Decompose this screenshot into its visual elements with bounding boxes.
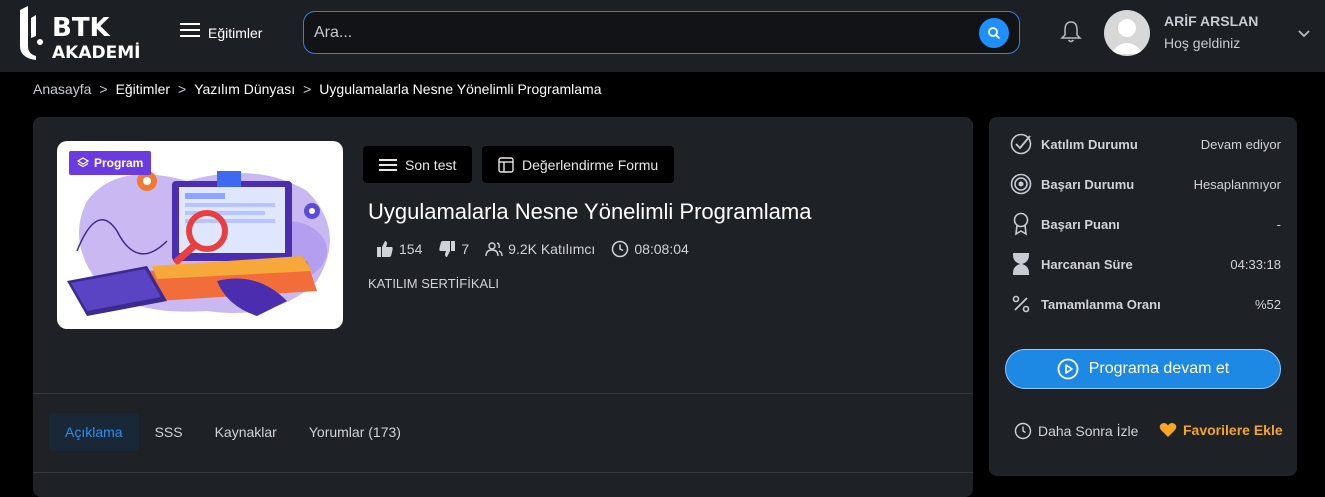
- add-favorite-button[interactable]: Favorilere Ekle: [1159, 422, 1283, 438]
- status-row-success: Başarı Durumu Hesaplanmıyor: [1009, 172, 1281, 196]
- program-tag-label: Program: [94, 156, 144, 170]
- breadcrumb-item-current: Uygulamalarla Nesne Yönelimli Programlam…: [319, 81, 602, 97]
- layout-icon: [498, 156, 514, 173]
- target-icon: [1009, 173, 1033, 195]
- program-tag: Program: [69, 151, 152, 175]
- clock-icon: [612, 240, 629, 258]
- status-value: 04:33:18: [1230, 256, 1281, 272]
- section-divider: [33, 393, 973, 394]
- status-row-participation: Katılım Durumu Devam ediyor: [1009, 132, 1281, 156]
- status-value: Hesaplanmıyor: [1193, 176, 1281, 192]
- course-thumbnail: Program: [57, 141, 343, 329]
- course-stats: 154 7 9.2K Katılımcı 08:08:04: [376, 240, 689, 258]
- breadcrumb-separator: >: [303, 81, 312, 97]
- dislikes-count: 7: [461, 241, 470, 257]
- logo-text-top: BTK: [52, 13, 111, 43]
- percent-icon: [1009, 295, 1033, 313]
- breadcrumb-item-trainings[interactable]: Eğitimler: [116, 81, 170, 97]
- tab-resources[interactable]: Kaynaklar: [199, 413, 293, 451]
- heart-icon: [1159, 423, 1177, 437]
- likes-stat[interactable]: 154: [376, 240, 422, 258]
- status-value: -: [1276, 216, 1281, 232]
- add-favorite-label: Favorilere Ekle: [1183, 422, 1283, 438]
- thumbs-down-icon: [439, 241, 456, 257]
- hourglass-icon: [1009, 252, 1033, 276]
- status-value: %52: [1254, 296, 1281, 312]
- hamburger-icon: [379, 158, 397, 171]
- user-greeting: Hoş geldiniz: [1164, 35, 1241, 51]
- status-label: Katılım Durumu: [1041, 136, 1138, 152]
- tab-faq[interactable]: SSS: [139, 413, 199, 451]
- search-button[interactable]: [979, 18, 1009, 48]
- duration-value: 08:08:04: [634, 241, 689, 257]
- status-value: Devam ediyor: [1200, 136, 1281, 152]
- section-divider: [33, 472, 973, 473]
- status-label: Tamamlanma Oranı: [1041, 296, 1161, 312]
- thumbs-up-icon: [377, 241, 393, 257]
- breadcrumb-item-software[interactable]: Yazılım Dünyası: [194, 81, 295, 97]
- status-row-score: Başarı Puanı -: [1009, 212, 1281, 236]
- course-tabs: Açıklama SSS Kaynaklar Yorumlar (173): [49, 413, 417, 451]
- course-title: Uygulamalarla Nesne Yönelimli Programlam…: [368, 199, 812, 224]
- chevron-down-icon[interactable]: [1297, 26, 1311, 44]
- search-icon: [988, 27, 1001, 40]
- award-icon: [1009, 212, 1033, 236]
- watch-later-label: Daha Sonra İzle: [1038, 423, 1139, 439]
- trainings-menu-button[interactable]: Eğitimler: [180, 22, 262, 43]
- progress-panel: Katılım Durumu Devam ediyor Başarı Durum…: [989, 117, 1297, 476]
- btk-akademi-logo[interactable]: BTK AKADEMİ: [18, 6, 153, 63]
- watch-later-button[interactable]: Daha Sonra İzle: [1014, 422, 1138, 440]
- status-label: Harcanan Süre: [1041, 256, 1133, 272]
- continue-program-button[interactable]: Programa devam et: [1005, 349, 1281, 389]
- likes-count: 154: [399, 241, 423, 257]
- user-name: ARİF ARSLAN: [1164, 13, 1259, 29]
- status-label: Başarı Durumu: [1041, 176, 1135, 192]
- logo-text-bottom: AKADEMİ: [52, 41, 140, 62]
- user-avatar[interactable]: [1104, 10, 1150, 56]
- breadcrumb-item-home[interactable]: Anasayfa: [33, 81, 91, 97]
- status-row-completion: Tamamlanma Oranı %52: [1009, 292, 1281, 316]
- notification-bell-icon[interactable]: [1060, 20, 1082, 49]
- participants-count: 9.2K Katılımcı: [508, 241, 596, 257]
- status-label: Başarı Puanı: [1041, 216, 1120, 232]
- clock-icon: [1014, 422, 1032, 440]
- tab-comments[interactable]: Yorumlar (173): [293, 413, 417, 451]
- certificate-label: KATILIM SERTİFİKALI: [368, 276, 499, 291]
- course-card: Program Son test Değerlendirme Formu Uyg…: [33, 117, 973, 497]
- breadcrumb-separator: >: [178, 81, 187, 97]
- final-test-button[interactable]: Son test: [363, 146, 473, 183]
- layers-icon: [77, 157, 89, 168]
- play-circle-icon: [1057, 358, 1079, 380]
- hamburger-icon: [180, 22, 200, 43]
- evaluation-form-label: Değerlendirme Formu: [522, 156, 659, 173]
- continue-program-label: Programa devam et: [1088, 360, 1230, 377]
- search-bar: [303, 11, 1020, 54]
- users-icon: [485, 242, 503, 257]
- evaluation-form-button[interactable]: Değerlendirme Formu: [482, 146, 675, 183]
- breadcrumb-separator: >: [99, 81, 108, 97]
- duration-stat: 08:08:04: [611, 240, 689, 258]
- check-circle-icon: [1009, 133, 1033, 155]
- search-input[interactable]: [314, 12, 964, 53]
- top-header: BTK AKADEMİ Eğitimler ARİF ARSLAN Hoş ge…: [0, 0, 1325, 72]
- dislikes-stat[interactable]: 7: [438, 240, 469, 258]
- tab-description[interactable]: Açıklama: [49, 413, 139, 451]
- status-row-time-spent: Harcanan Süre 04:33:18: [1009, 252, 1281, 276]
- final-test-label: Son test: [405, 156, 457, 173]
- breadcrumb: Anasayfa > Eğitimler > Yazılım Dünyası >…: [33, 81, 602, 97]
- trainings-menu-label: Eğitimler: [208, 24, 263, 41]
- participants-stat: 9.2K Katılımcı: [485, 241, 595, 257]
